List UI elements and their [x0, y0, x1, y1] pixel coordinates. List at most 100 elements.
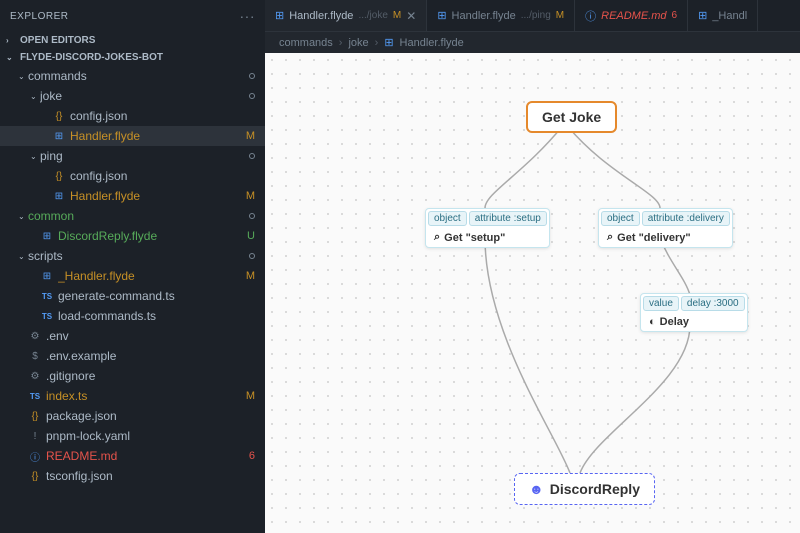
close-icon[interactable]: ✕	[406, 9, 416, 23]
editor-area: ⊞Handler.flyde.../jokeM✕⊞Handler.flyde..…	[265, 0, 800, 533]
tree-row[interactable]: !pnpm-lock.yaml	[0, 426, 265, 446]
node-delay[interactable]: value delay :3000 Delay	[640, 293, 748, 332]
chevron-right-icon: ›	[6, 36, 16, 45]
tab-path: .../ping	[521, 10, 551, 21]
tab-name: README.md	[601, 10, 666, 22]
file-label: DiscordReply.flyde	[58, 229, 247, 243]
node-get-setup[interactable]: object attribute :setup Get "setup"	[425, 208, 550, 248]
tree-row[interactable]: TSindex.tsM	[0, 386, 265, 406]
tree-row[interactable]: {} package.json	[0, 406, 265, 426]
git-status: 6	[249, 450, 265, 462]
git-status: M	[246, 130, 265, 142]
file-label: tsconfig.json	[46, 469, 265, 483]
input-pill[interactable]: object	[601, 211, 640, 226]
chevron-down-icon: ⌄	[6, 53, 16, 62]
input-pill[interactable]: delay :3000	[681, 296, 745, 311]
tree-row[interactable]: ⊞_Handler.flydeM	[0, 266, 265, 286]
file-icon: ⊞	[275, 9, 284, 22]
sidebar-header: EXPLORER ···	[0, 0, 265, 32]
editor-tab[interactable]: ⓘREADME.md6	[575, 0, 688, 31]
tab-name: Handler.flyde	[289, 10, 353, 22]
crumb[interactable]: Handler.flyde	[400, 37, 464, 49]
tree-row[interactable]: TS load-commands.ts	[0, 306, 265, 326]
tree-row[interactable]: ⓘ README.md6	[0, 446, 265, 466]
sidebar-title: EXPLORER	[10, 11, 68, 22]
file-icon: ⊞	[437, 9, 446, 22]
file-label: ping	[40, 149, 249, 163]
file-icon: ⊞	[40, 231, 54, 242]
file-icon: $	[28, 351, 42, 362]
file-label: pnpm-lock.yaml	[46, 429, 265, 443]
node-discord-reply[interactable]: DiscordReply	[514, 473, 655, 505]
tab-badge: M	[556, 10, 564, 21]
chevron-icon: ⌄	[18, 72, 28, 81]
flyde-canvas[interactable]: Get Joke object attribute :setup Get "se…	[265, 53, 800, 533]
node-body: Delay	[641, 313, 747, 331]
file-label: Handler.flyde	[70, 129, 246, 143]
crumb[interactable]: commands	[279, 37, 333, 49]
tree-row[interactable]: {}tsconfig.json	[0, 466, 265, 486]
status-dot	[249, 93, 255, 99]
node-get-delivery[interactable]: object attribute :delivery Get "delivery…	[598, 208, 733, 248]
git-status: M	[246, 270, 265, 282]
tree-row[interactable]: ⊞DiscordReply.flydeU	[0, 226, 265, 246]
tree-row[interactable]: ⌄joke	[0, 86, 265, 106]
editor-tab[interactable]: ⊞_Handl	[688, 0, 758, 31]
open-editors-section[interactable]: › OPEN EDITORS	[0, 32, 265, 49]
tab-name: _Handl	[712, 10, 747, 22]
file-label: config.json	[70, 109, 265, 123]
tree-row[interactable]: ⌄common	[0, 206, 265, 226]
editor-tab[interactable]: ⊞Handler.flyde.../jokeM✕	[265, 0, 427, 31]
file-label: README.md	[46, 449, 249, 463]
node-body: Get "delivery"	[599, 228, 732, 247]
file-icon: {}	[28, 411, 42, 422]
breadcrumb[interactable]: commands › joke › ⊞ Handler.flyde	[265, 32, 800, 53]
tree-row[interactable]: ⌄commands	[0, 66, 265, 86]
node-inputs: object attribute :delivery	[599, 209, 732, 228]
tree-row[interactable]: ⊞ Handler.flydeM	[0, 126, 265, 146]
file-tree: ⌄commands⌄joke{}config.json⊞Handler.flyd…	[0, 66, 265, 486]
file-label: load-commands.ts	[58, 309, 265, 323]
file-label: config.json	[70, 169, 265, 183]
file-icon: ⊞	[52, 131, 66, 142]
project-section[interactable]: ⌄ FLYDE-DISCORD-JOKES-BOT	[0, 49, 265, 66]
crumb[interactable]: joke	[348, 37, 368, 49]
tree-row[interactable]: ⌄scripts	[0, 246, 265, 266]
node-get-joke[interactable]: Get Joke	[526, 101, 617, 133]
file-label: generate-command.ts	[58, 289, 265, 303]
file-label: common	[28, 209, 249, 223]
file-icon: TS	[28, 392, 42, 401]
flyde-icon: ⊞	[384, 36, 393, 49]
git-status: M	[246, 190, 265, 202]
chevron-right-icon: ›	[375, 37, 379, 49]
node-label: Get "delivery"	[617, 232, 690, 244]
file-label: .env	[46, 329, 265, 343]
tab-bar: ⊞Handler.flyde.../jokeM✕⊞Handler.flyde..…	[265, 0, 800, 32]
more-icon[interactable]: ···	[240, 8, 256, 24]
input-pill[interactable]: object	[428, 211, 467, 226]
input-pill[interactable]: attribute :delivery	[642, 211, 730, 226]
tree-row[interactable]: ⌄ping	[0, 146, 265, 166]
tree-row[interactable]: ⊞Handler.flydeM	[0, 186, 265, 206]
status-dot	[249, 153, 255, 159]
status-dot	[249, 253, 255, 259]
clock-icon	[649, 316, 656, 328]
file-icon: ⊞	[40, 271, 54, 282]
node-label: Delay	[660, 316, 689, 328]
tree-row[interactable]: TSgenerate-command.ts	[0, 286, 265, 306]
input-pill[interactable]: value	[643, 296, 679, 311]
tab-badge: M	[393, 10, 401, 21]
file-icon: TS	[40, 312, 54, 321]
section-label: FLYDE-DISCORD-JOKES-BOT	[20, 52, 163, 63]
tree-row[interactable]: ⚙.env	[0, 326, 265, 346]
editor-tab[interactable]: ⊞Handler.flyde.../pingM	[427, 0, 575, 31]
tree-row[interactable]: {}config.json	[0, 166, 265, 186]
tree-row[interactable]: ⚙.gitignore	[0, 366, 265, 386]
file-icon: ⓘ	[28, 449, 42, 464]
file-label: package.json	[46, 409, 265, 423]
section-label: OPEN EDITORS	[20, 35, 95, 46]
tree-row[interactable]: $.env.example	[0, 346, 265, 366]
git-status: M	[246, 390, 265, 402]
input-pill[interactable]: attribute :setup	[469, 211, 547, 226]
tree-row[interactable]: {}config.json	[0, 106, 265, 126]
